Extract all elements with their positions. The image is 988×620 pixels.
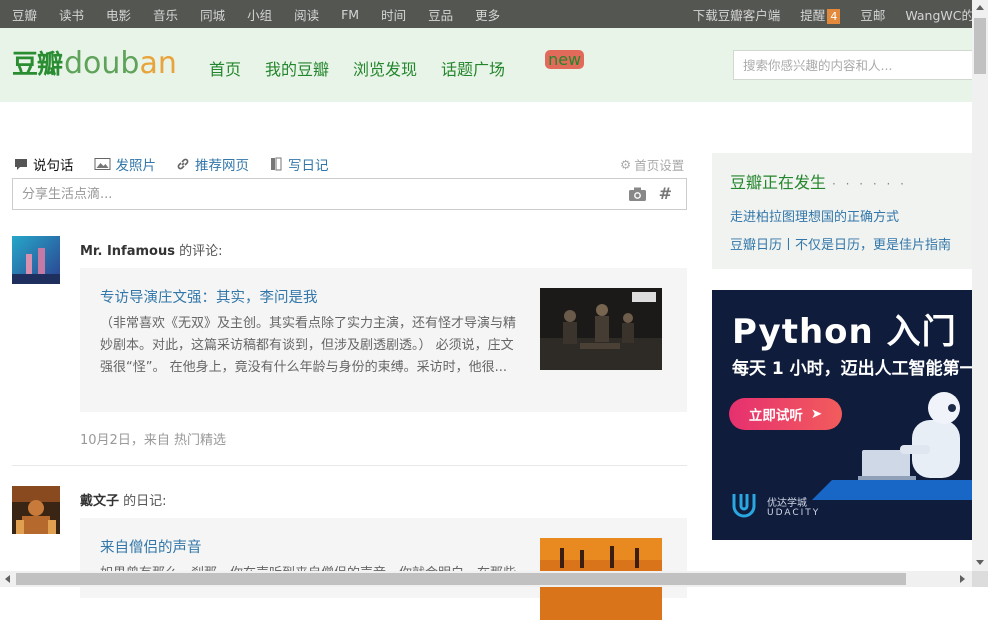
feed-action: 的评论: bbox=[179, 244, 223, 259]
horizontal-scrollbar[interactable] bbox=[0, 571, 972, 587]
logo-english-part1: doub bbox=[64, 46, 140, 81]
global-nav-book[interactable]: 读书 bbox=[59, 5, 84, 24]
python-course-ad[interactable]: Python 入门 每天 1 小时，迈出人工智能第一 立即试听 ➤ 优达学城 U… bbox=[712, 290, 972, 540]
global-nav-bar: 豆瓣 读书 电影 音乐 同城 小组 阅读 FM 时间 豆品 更多 下载豆瓣客户端… bbox=[0, 0, 974, 28]
remind-label: 提醒 bbox=[800, 7, 826, 23]
remind-count-badge: 4 bbox=[827, 8, 841, 24]
ad-subtitle: 每天 1 小时，迈出人工智能第一 bbox=[732, 359, 972, 379]
global-nav-market[interactable]: 豆品 bbox=[428, 5, 453, 24]
global-nav-movie[interactable]: 电影 bbox=[106, 5, 131, 24]
feed-author-line: Mr. Infamous 的评论: bbox=[80, 240, 222, 259]
feed-action: 的日记: bbox=[123, 494, 167, 509]
global-nav-time[interactable]: 时间 bbox=[381, 5, 406, 24]
scroll-down-arrow-icon[interactable] bbox=[976, 560, 984, 565]
main-nav: 首页 我的豆瓣 浏览发现 话题广场 new bbox=[209, 50, 616, 80]
search-input[interactable] bbox=[734, 51, 972, 79]
global-nav-douban[interactable]: 豆瓣 bbox=[12, 5, 37, 24]
book-icon bbox=[271, 157, 282, 171]
try-now-label: 立即试听 bbox=[748, 408, 803, 424]
feed-card: 专访导演庄文强：其实，李问是我 （非常喜欢《无双》及主创。其实看点除了实力主演，… bbox=[80, 268, 687, 412]
feed-author[interactable]: 戴文子 bbox=[80, 494, 119, 509]
global-nav-music[interactable]: 音乐 bbox=[153, 5, 178, 24]
speech-bubble-icon bbox=[15, 159, 27, 170]
feed-title-link[interactable]: 来自僧侣的声音 bbox=[100, 536, 202, 557]
try-now-button[interactable]: 立即试听 ➤ bbox=[729, 398, 842, 430]
ad-title: Python 入门 bbox=[732, 312, 957, 352]
feed-author[interactable]: Mr. Infamous bbox=[80, 244, 175, 259]
tab-diary-label: 写日记 bbox=[288, 158, 329, 174]
tab-diary[interactable]: 写日记 bbox=[269, 154, 329, 174]
happening-heading: 豆瓣正在发生 · · · · · · bbox=[730, 169, 907, 193]
feed-title-link[interactable]: 专访导演庄文强：其实，李问是我 bbox=[100, 286, 318, 307]
feed-item: Mr. Infamous 的评论: 专访导演庄文强：其实，李问是我 （非常喜欢《… bbox=[12, 236, 687, 456]
scrollbar-corner bbox=[972, 571, 988, 587]
global-nav-group[interactable]: 小组 bbox=[247, 5, 272, 24]
nav-topics-label: 话题广场 bbox=[441, 60, 506, 79]
global-nav-fm[interactable]: FM bbox=[341, 7, 359, 22]
vertical-scrollbar[interactable] bbox=[972, 0, 988, 571]
download-app-link[interactable]: 下载豆瓣客户端 bbox=[693, 5, 781, 24]
remind-link[interactable]: 提醒 4 bbox=[800, 5, 841, 24]
feed-divider bbox=[12, 465, 687, 466]
feed-thumbnail[interactable] bbox=[540, 288, 662, 370]
picture-icon bbox=[94, 158, 110, 170]
composer-tabs: 说句话 发照片 推荐网页 写日记 bbox=[14, 154, 349, 174]
new-badge: new bbox=[545, 50, 585, 69]
hashtag-button[interactable]: # bbox=[659, 184, 672, 203]
happening-dots: · · · · · · bbox=[832, 177, 907, 191]
link-icon bbox=[177, 158, 189, 170]
douban-logo[interactable]: 豆瓣 douban bbox=[12, 44, 177, 81]
feed-excerpt: （非常喜欢《无双》及主创。其实看点除了实力主演，还有怪才导演与精妙剧本。对此，这… bbox=[100, 316, 517, 375]
status-input[interactable] bbox=[13, 179, 613, 209]
vertical-scroll-thumb[interactable] bbox=[974, 18, 986, 74]
tab-photo[interactable]: 发照片 bbox=[94, 154, 157, 174]
scroll-left-arrow-icon[interactable] bbox=[5, 575, 10, 583]
mail-link[interactable]: 豆邮 bbox=[860, 5, 885, 24]
chevron-right-icon: ➤ bbox=[810, 406, 823, 422]
camera-icon[interactable] bbox=[629, 187, 646, 201]
feed-meta: 10月2日，来自 热门精选 bbox=[80, 433, 226, 448]
avatar[interactable] bbox=[12, 486, 60, 534]
avatar[interactable] bbox=[12, 236, 60, 284]
ad-brand-en: UDACITY bbox=[767, 508, 821, 518]
scroll-right-arrow-icon[interactable] bbox=[960, 575, 965, 583]
global-nav-account: 下载豆瓣客户端 提醒 4 豆邮 WangWC的 bbox=[673, 0, 974, 28]
site-header: 豆瓣 douban 首页 我的豆瓣 浏览发现 话题广场 new bbox=[0, 28, 973, 102]
user-menu[interactable]: WangWC的 bbox=[905, 5, 974, 24]
nav-explore[interactable]: 浏览发现 bbox=[353, 56, 417, 80]
ad-brand-zh: 优达学城 bbox=[767, 498, 807, 509]
scroll-up-arrow-icon[interactable] bbox=[976, 5, 984, 10]
global-nav-more[interactable]: 更多 bbox=[475, 5, 500, 24]
nav-my-douban[interactable]: 我的豆瓣 bbox=[265, 56, 329, 80]
search-box bbox=[733, 50, 973, 80]
tab-say-label: 说句话 bbox=[33, 158, 74, 174]
logo-english: douban bbox=[64, 46, 177, 81]
happening-link-1[interactable]: 走进柏拉图理想国的正确方式 bbox=[730, 206, 899, 225]
logo-english-part2: an bbox=[139, 46, 177, 81]
gear-icon: ⚙ bbox=[620, 157, 632, 172]
tab-say[interactable]: 说句话 bbox=[14, 154, 74, 174]
global-nav-read[interactable]: 阅读 bbox=[294, 5, 319, 24]
happening-title: 豆瓣正在发生 bbox=[730, 173, 827, 192]
home-settings-label: 首页设置 bbox=[634, 158, 685, 173]
feed-author-line: 戴文子 的日记: bbox=[80, 490, 167, 509]
happening-panel: 豆瓣正在发生 · · · · · · 走进柏拉图理想国的正确方式 豆瓣日历丨不仅是… bbox=[712, 153, 972, 269]
global-nav-location[interactable]: 同城 bbox=[200, 5, 225, 24]
tab-link-label: 推荐网页 bbox=[195, 158, 249, 174]
home-settings-link[interactable]: ⚙ 首页设置 bbox=[620, 155, 684, 174]
status-composer: # bbox=[12, 178, 687, 210]
udacity-logo-icon bbox=[732, 494, 756, 518]
global-nav-links: 豆瓣 读书 电影 音乐 同城 小组 阅读 FM 时间 豆品 更多 bbox=[12, 0, 522, 28]
happening-link-2[interactable]: 豆瓣日历丨不仅是日历，更是佳片指南 bbox=[730, 234, 951, 253]
tab-link[interactable]: 推荐网页 bbox=[176, 154, 249, 174]
logo-chinese: 豆瓣 bbox=[12, 50, 63, 80]
horizontal-scroll-thumb[interactable] bbox=[16, 573, 906, 585]
nav-home[interactable]: 首页 bbox=[209, 56, 241, 80]
nav-topics[interactable]: 话题广场 new bbox=[441, 50, 592, 80]
tab-photo-label: 发照片 bbox=[115, 158, 157, 174]
